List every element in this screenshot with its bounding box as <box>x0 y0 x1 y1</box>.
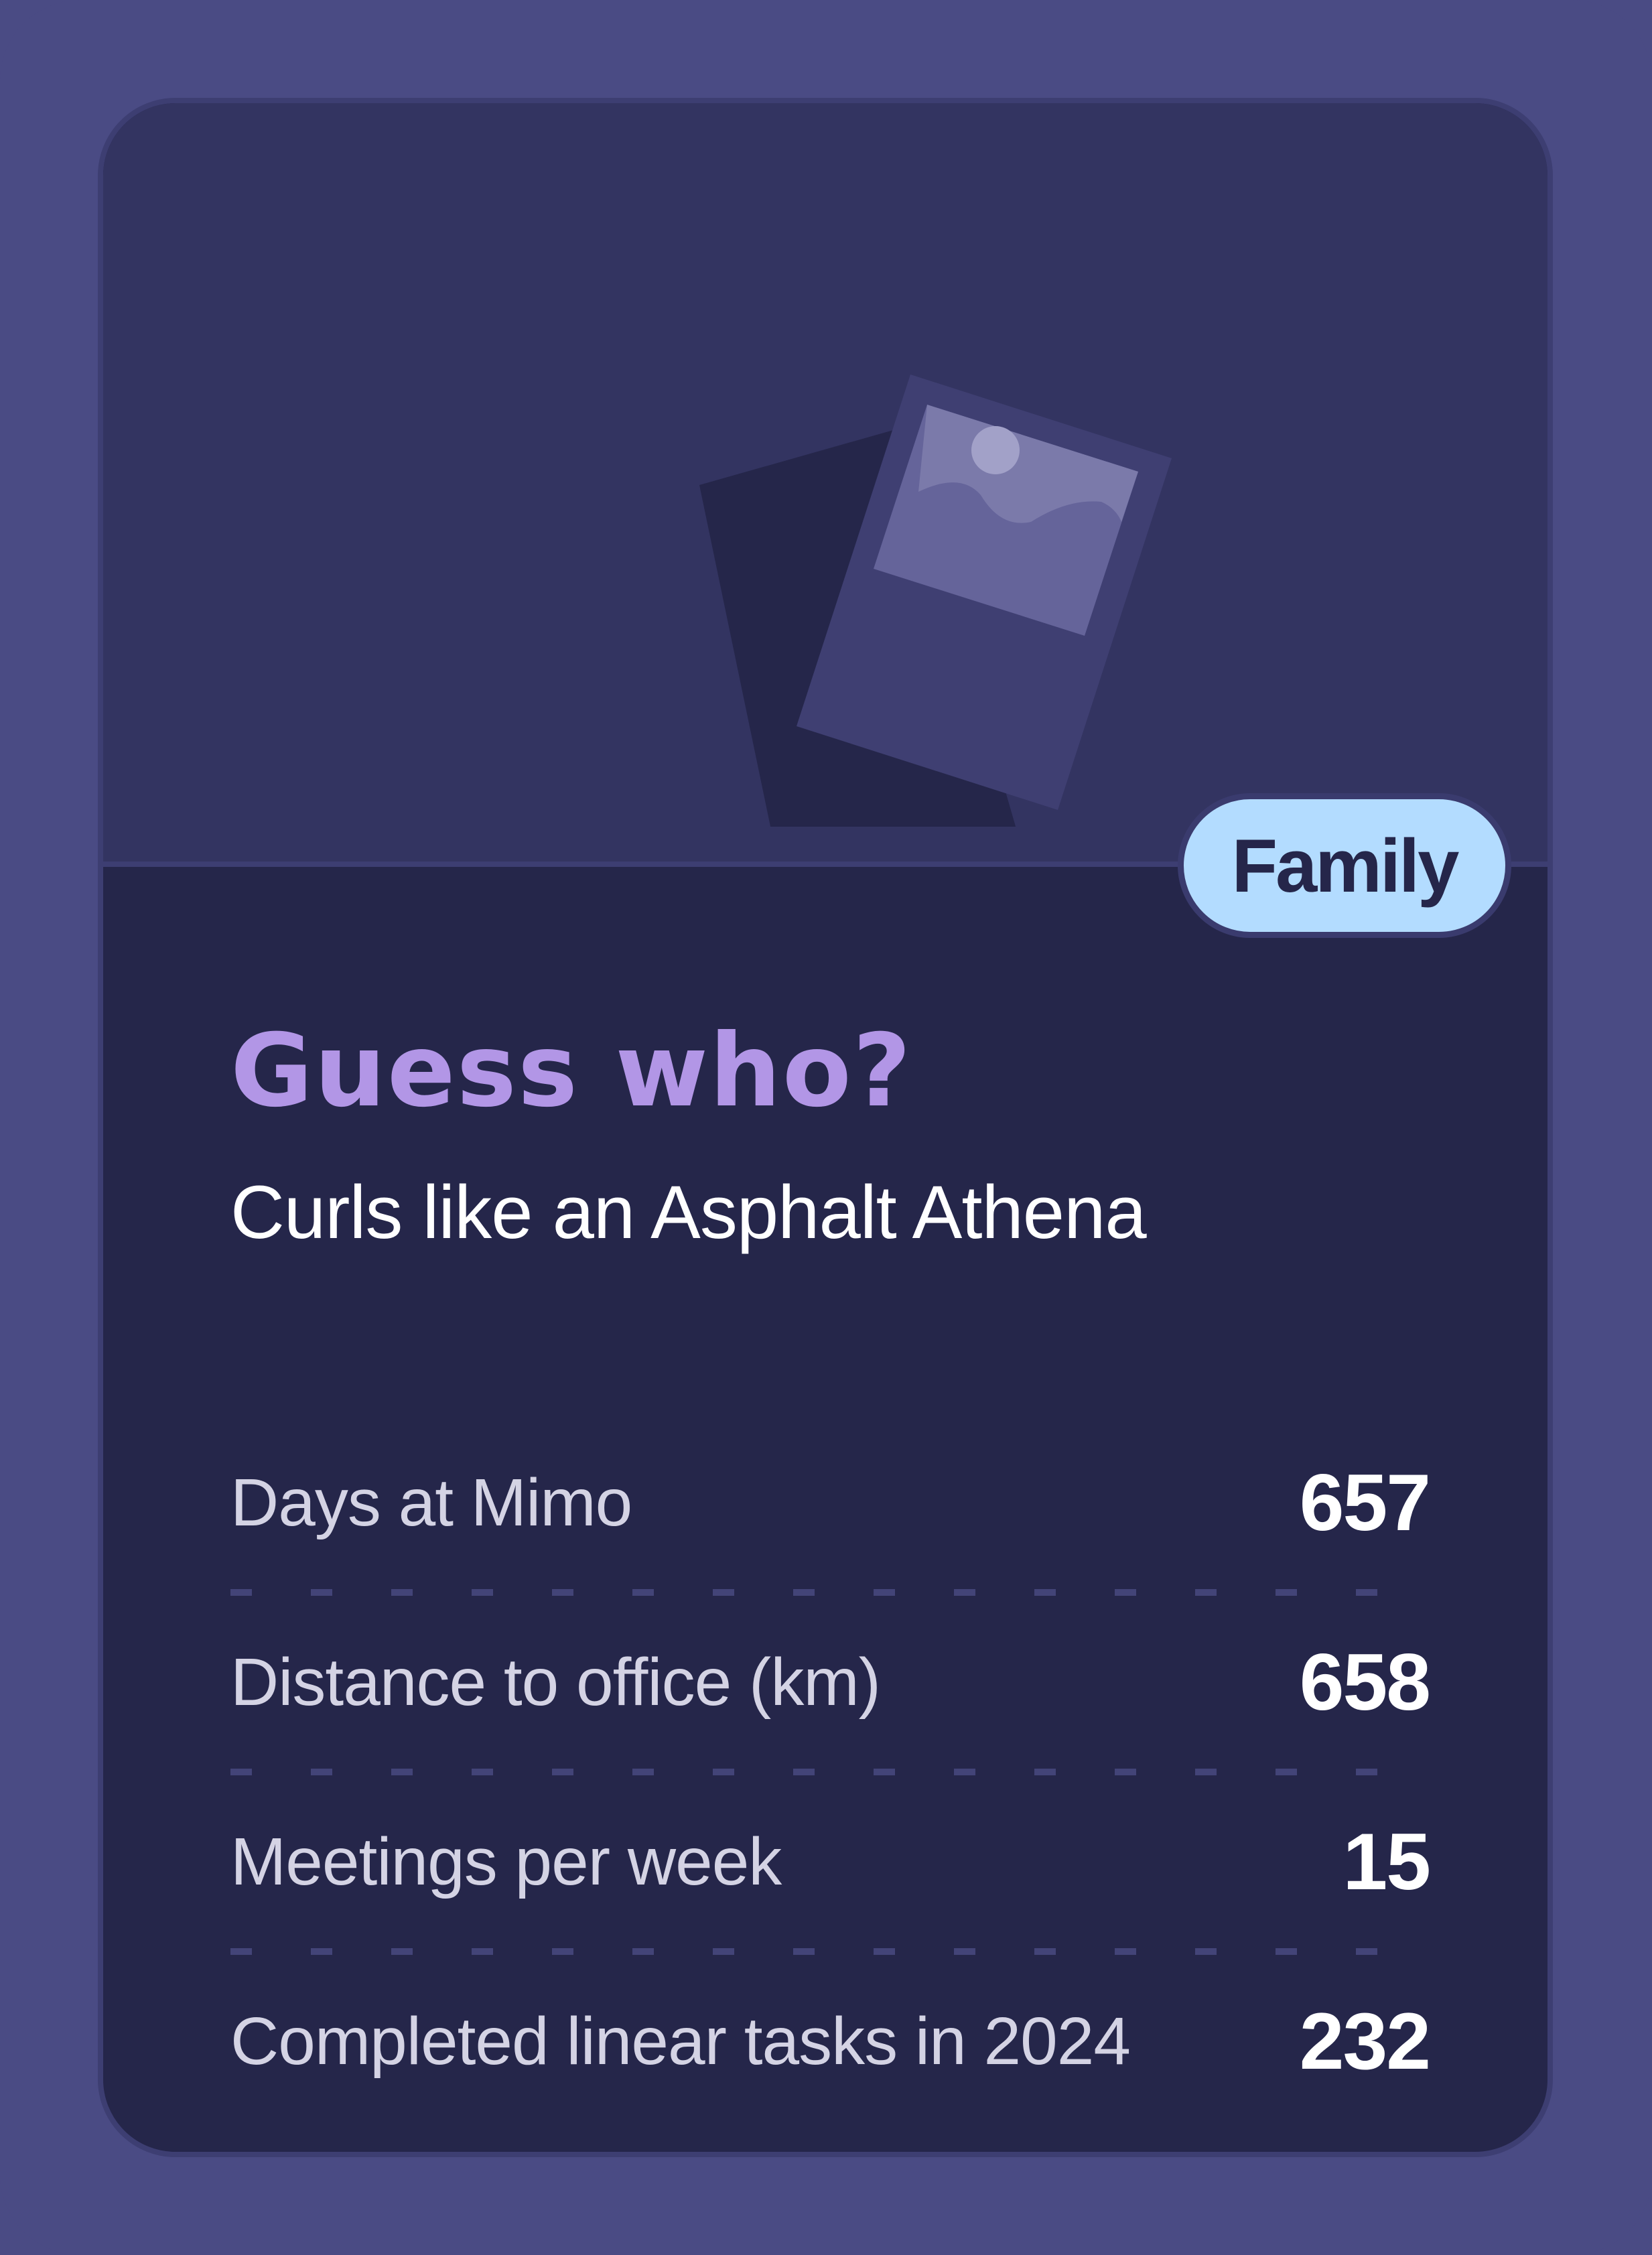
dashed-divider <box>230 1769 1430 1775</box>
stat-label: Days at Mimo <box>230 1464 632 1540</box>
profile-card[interactable]: Family Guess who? Curls like an Asphalt … <box>98 98 1553 2157</box>
card-subtitle: Curls like an Asphalt Athena <box>230 1170 1147 1254</box>
category-tag: Family <box>1178 793 1511 938</box>
stat-label: Distance to office (km) <box>230 1644 881 1720</box>
dashed-divider <box>230 1948 1430 1955</box>
stat-value: 15 <box>1343 1817 1431 1907</box>
stat-label: Completed linear tasks in 2024 <box>230 2003 1131 2079</box>
stat-value: 657 <box>1299 1458 1431 1548</box>
card-title: Guess who? <box>230 1013 912 1130</box>
stat-value: 232 <box>1299 1996 1431 2086</box>
photo-stack-icon <box>699 374 1172 827</box>
stat-row-meetings: Meetings per week 15 <box>230 1775 1431 1948</box>
stat-row-days: Days at Mimo 657 <box>230 1416 1431 1589</box>
stat-label: Meetings per week <box>230 1824 782 1899</box>
stats-list: Days at Mimo 657 Distance to office (km)… <box>230 1416 1431 2128</box>
stat-row-distance: Distance to office (km) 658 <box>230 1596 1431 1769</box>
stat-row-tasks: Completed linear tasks in 2024 232 <box>230 1955 1431 2128</box>
image-placeholder <box>103 103 1547 867</box>
dashed-divider <box>230 1589 1430 1596</box>
stat-value: 658 <box>1299 1637 1431 1727</box>
